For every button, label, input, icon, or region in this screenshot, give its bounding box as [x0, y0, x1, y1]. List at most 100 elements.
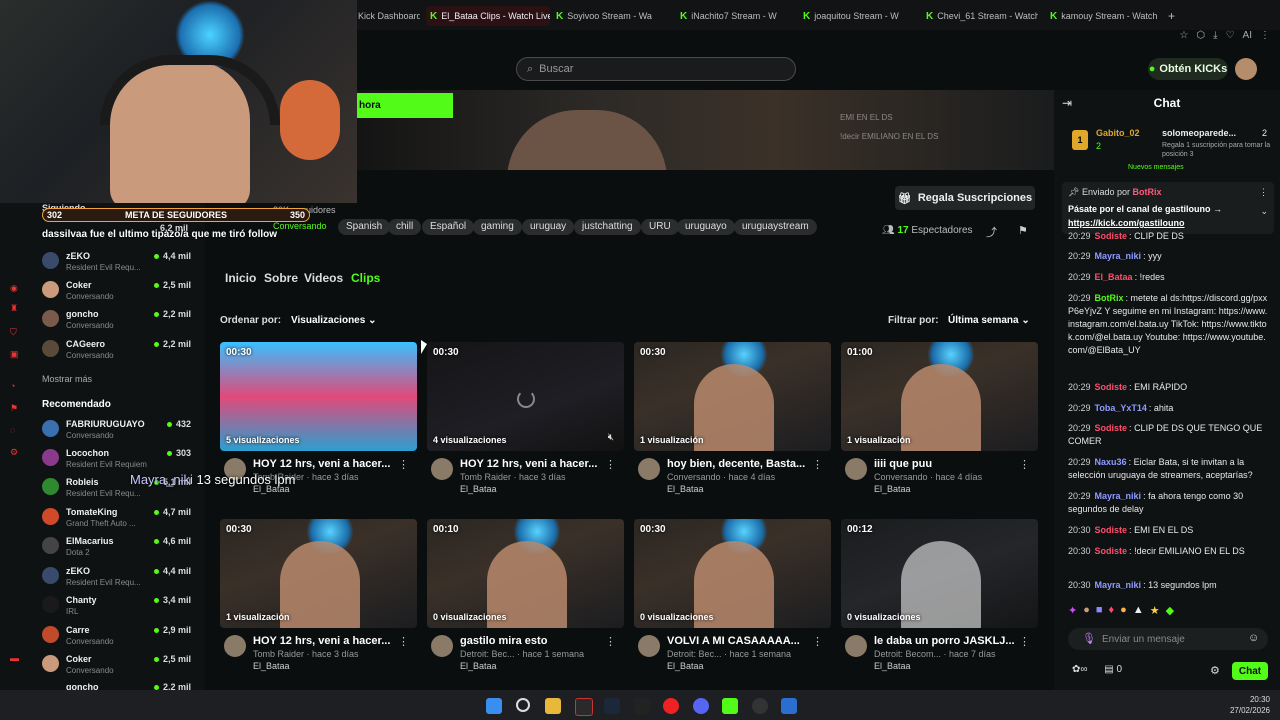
emote-icon[interactable]: ◆ — [1166, 604, 1174, 620]
more-options-icon[interactable]: ⋮ — [398, 635, 409, 648]
browser-icon[interactable] — [781, 698, 797, 714]
obs-icon[interactable] — [752, 698, 768, 714]
settings-icon[interactable]: ⚙ — [10, 447, 24, 458]
tab-sobre[interactable]: Sobre — [264, 271, 298, 285]
clip-card[interactable]: 01:00 1 visualización iiii que puu Conve… — [841, 342, 1038, 502]
clip-channel[interactable]: El_Bataa — [874, 661, 911, 671]
chat-user[interactable]: Toba_YxT14 — [1095, 403, 1147, 413]
clock-icon[interactable]: ◔ — [10, 381, 24, 391]
sidebar-item-recommended[interactable]: FABRIURUGUAYO Conversando 432 — [42, 418, 197, 444]
browser-tab-el-bataa-clips[interactable]: K El_Bataa Clips - Watch Live — [426, 6, 550, 26]
clip-channel[interactable]: El_Bataa — [667, 661, 704, 671]
emote-icon[interactable]: ▲ — [1133, 604, 1144, 620]
emote-icon[interactable]: ♦ — [1109, 604, 1115, 620]
browser-tab-chevi61[interactable]: K Chevi_61 Stream - Watch — [926, 6, 1038, 26]
clip-channel[interactable]: El_Bataa — [253, 661, 290, 671]
chat-settings-icon[interactable]: ⚙ — [1210, 664, 1220, 677]
tag-pill[interactable]: uruguayo — [677, 219, 735, 235]
gift-subscriptions-button[interactable]: 🎁︎ Regala Suscripciones — [895, 186, 1035, 210]
tab-clips[interactable]: Clips — [351, 271, 380, 285]
steam-icon[interactable] — [604, 698, 620, 714]
bookmark-sidebar-icon[interactable]: ⚑ — [10, 403, 24, 414]
show-more-link[interactable]: Mostrar más — [42, 374, 92, 384]
sidebar-item-recommended[interactable]: Coker Conversando 2,5 mil — [42, 653, 197, 679]
channel-points[interactable]: ✿∞ ▤ 0 — [1072, 664, 1122, 675]
tag-pill[interactable]: chill — [388, 219, 422, 235]
clip-title[interactable]: hoy bien, decente, Basta... — [667, 458, 817, 470]
chat-user[interactable]: Mayra_niki — [1095, 580, 1142, 590]
browser-tab-kamouy[interactable]: Kkamouy Stream - Watch — [1050, 6, 1160, 26]
sidebar-item-following[interactable]: CAGeero Conversando 2,2 mil — [42, 338, 197, 364]
chat-user[interactable]: El_Bataa — [1095, 272, 1133, 282]
chat-user[interactable]: Sodiste — [1095, 423, 1128, 433]
sidebar-item-following[interactable]: goncho Conversando 2,2 mil — [42, 308, 197, 334]
more-options-icon[interactable]: ⋮ — [1019, 635, 1030, 648]
sort-dropdown[interactable]: Visualizaciones ⌄ — [291, 315, 376, 326]
extensions-icon[interactable]: ⬡ — [1196, 30, 1205, 46]
new-messages-banner[interactable]: Nuevos mensajes — [1128, 164, 1184, 171]
tab-inicio[interactable]: Inicio — [225, 271, 256, 285]
clip-card[interactable]: 00:10 0 visualizaciones gastilo mira est… — [427, 519, 624, 679]
tag-pill[interactable]: justchatting — [574, 219, 641, 235]
sidebar-item-recommended[interactable]: TomateKing Grand Theft Auto ... 4,7 mil — [42, 506, 197, 532]
epic-games-icon[interactable] — [634, 698, 650, 714]
kick-app-icon[interactable] — [722, 698, 738, 714]
more-options-icon[interactable]: ⋮ — [605, 635, 616, 648]
shield-icon[interactable]: ⛉ — [10, 327, 24, 338]
chat-user[interactable]: Sodiste — [1095, 525, 1128, 535]
clip-title[interactable]: HOY 12 hrs, veni a hacer... — [253, 635, 403, 647]
mute-icon[interactable]: 🔇︎ — [608, 432, 614, 443]
clip-card[interactable]: 00:30 0 visualizaciones VOLVI A MI CASAA… — [634, 519, 831, 679]
bookmark-icon[interactable]: ☆ — [1179, 30, 1188, 46]
record-icon[interactable]: ▬ — [10, 653, 24, 663]
ai-button[interactable]: AI — [1243, 30, 1252, 46]
emoji-icon[interactable]: ☺ — [1248, 632, 1259, 644]
microphone-icon[interactable]: 🎙︎ — [1082, 632, 1096, 645]
sidebar-item-recommended[interactable]: zEKO Resident Evil Requ... 4,4 mil — [42, 565, 197, 591]
chat-user[interactable]: Mayra_niki — [1095, 251, 1142, 261]
sidebar-item-recommended[interactable]: ElMacarius Dota 2 4,6 mil — [42, 535, 197, 561]
obs-record-icon[interactable] — [663, 698, 679, 714]
new-tab-button[interactable]: + — [1168, 6, 1180, 26]
heart-icon[interactable]: ♡ — [1226, 30, 1235, 46]
follow-now-button[interactable]: hora — [357, 93, 453, 118]
clip-channel[interactable]: El_Bataa — [460, 484, 497, 494]
clip-card[interactable]: 00:12 0 visualizaciones le daba un porro… — [841, 519, 1038, 679]
clip-title[interactable]: HOY 12 hrs, veni a hacer... — [460, 458, 610, 470]
emote-icon[interactable]: ■ — [1096, 604, 1103, 620]
chat-user[interactable]: BotRix — [1095, 293, 1124, 303]
more-options-icon[interactable]: ⋮ — [1259, 187, 1268, 198]
terminal-icon[interactable] — [575, 698, 593, 716]
more-options-icon[interactable]: ⋮ — [812, 635, 823, 648]
more-options-icon[interactable]: ⋮ — [605, 458, 616, 471]
chat-user[interactable]: Naxu36 — [1095, 457, 1127, 467]
tag-pill[interactable]: Spanish — [338, 219, 391, 235]
chat-message-input[interactable]: Enviar un mensaje — [1068, 628, 1268, 650]
sidebar-item-following[interactable]: zEKO Resident Evil Requ... 4,4 mil — [42, 250, 197, 276]
chevron-down-icon[interactable]: ⌄ — [1260, 206, 1268, 217]
share-icon[interactable]: ⤴ — [986, 224, 997, 240]
chat-user[interactable]: Mayra_niki — [1095, 491, 1142, 501]
tag-pill[interactable]: gaming — [473, 219, 522, 235]
download-icon[interactable]: ⤓ — [1213, 30, 1217, 46]
clip-card[interactable]: 00:30 1 visualización HOY 12 hrs, veni a… — [220, 519, 417, 679]
clip-title[interactable]: iiii que puu — [874, 458, 1024, 470]
chat-user[interactable]: Sodiste — [1095, 382, 1128, 392]
browser-tab-inachito7[interactable]: KiNachito7 Stream - W — [680, 6, 790, 26]
search-taskbar-icon[interactable] — [516, 698, 530, 712]
emote-icon[interactable]: ● — [1120, 604, 1127, 620]
tag-pill[interactable]: uruguay — [522, 219, 575, 235]
chat-icon[interactable]: ◌ — [10, 425, 24, 435]
chat-send-button[interactable]: Chat — [1232, 662, 1268, 680]
sidebar-item-recommended[interactable]: Chanty IRL 3,4 mil — [42, 594, 197, 620]
browser-tab-joaquitou[interactable]: Kjoaquitou Stream - W — [803, 6, 913, 26]
chat-user[interactable]: Sodiste — [1095, 231, 1128, 241]
sidebar-item-recommended[interactable]: Locochon Resident Evil Requiem 303 — [42, 447, 197, 473]
pinned-link[interactable]: https://kick.com/gastilouno — [1068, 218, 1185, 228]
clip-channel[interactable]: El_Bataa — [874, 484, 911, 494]
more-options-icon[interactable]: ⋮ — [812, 458, 823, 471]
emote-icon[interactable]: ✦ — [1068, 604, 1077, 620]
emote-icon[interactable]: ● — [1083, 604, 1090, 620]
menu-icon[interactable]: ⋮ — [1260, 30, 1270, 46]
tag-pill[interactable]: Español — [422, 219, 475, 235]
